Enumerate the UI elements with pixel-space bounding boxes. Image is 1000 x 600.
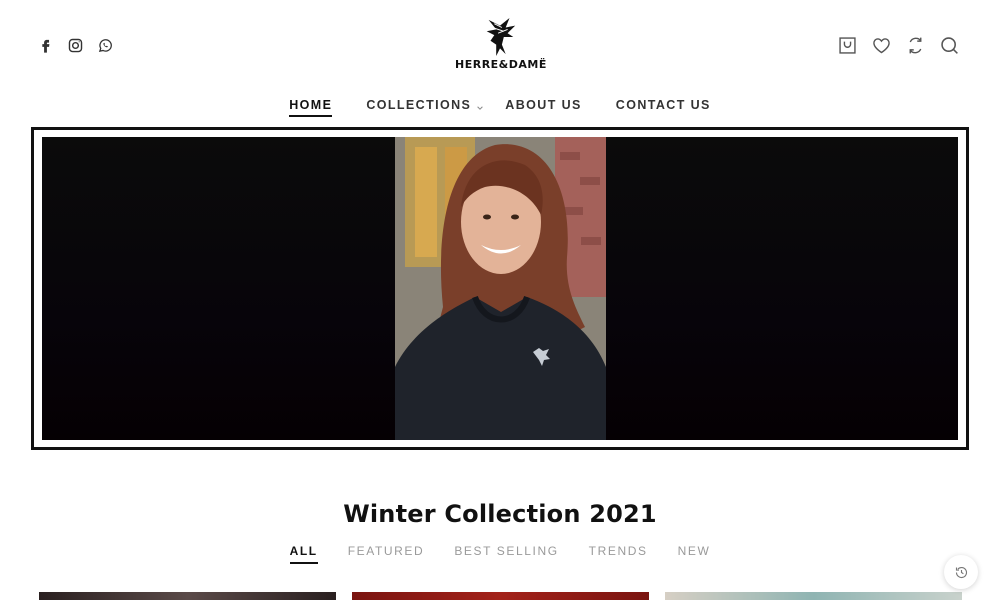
compare-icon[interactable] (905, 34, 926, 56)
product-grid (39, 592, 962, 600)
pegasus-logo-icon (486, 18, 516, 56)
social-links (36, 36, 114, 54)
hero-video[interactable] (42, 137, 958, 440)
filter-featured[interactable]: FEATURED (348, 544, 425, 558)
facebook-icon[interactable] (36, 36, 54, 54)
cart-icon[interactable] (837, 34, 858, 56)
recently-viewed-button[interactable] (944, 555, 978, 589)
nav-collections-label: COLLECTIONS (366, 98, 472, 112)
section-title: Winter Collection 2021 (343, 500, 657, 528)
filter-all[interactable]: ALL (289, 544, 318, 564)
filter-best-selling[interactable]: BEST SELLING (454, 544, 558, 558)
main-nav: HOME COLLECTIONS ABOUT US CONTACT US (0, 98, 1000, 117)
nav-contact[interactable]: CONTACT US (616, 98, 711, 112)
whatsapp-icon[interactable] (96, 36, 114, 54)
hero-banner (31, 127, 969, 450)
search-icon[interactable] (939, 34, 960, 56)
header-actions (837, 34, 960, 56)
hero-model-image (395, 137, 606, 440)
filter-new[interactable]: NEW (678, 544, 711, 558)
filter-trends[interactable]: TRENDS (589, 544, 648, 558)
product-card-image[interactable] (352, 592, 649, 600)
nav-home[interactable]: HOME (289, 98, 333, 117)
instagram-icon[interactable] (66, 36, 84, 54)
product-card-image[interactable] (665, 592, 962, 600)
chevron-down-icon (476, 101, 484, 110)
collection-filter-tabs: ALL FEATURED BEST SELLING TRENDS NEW (0, 544, 1000, 564)
history-icon (955, 566, 967, 578)
product-card-image[interactable] (39, 592, 336, 600)
nav-about[interactable]: ABOUT US (505, 98, 581, 112)
wishlist-icon[interactable] (871, 34, 892, 56)
brand-logo[interactable]: HERRE&DAMË (455, 16, 547, 71)
nav-collections[interactable]: COLLECTIONS (366, 98, 484, 112)
brand-name: HERRE&DAMË (455, 58, 547, 71)
